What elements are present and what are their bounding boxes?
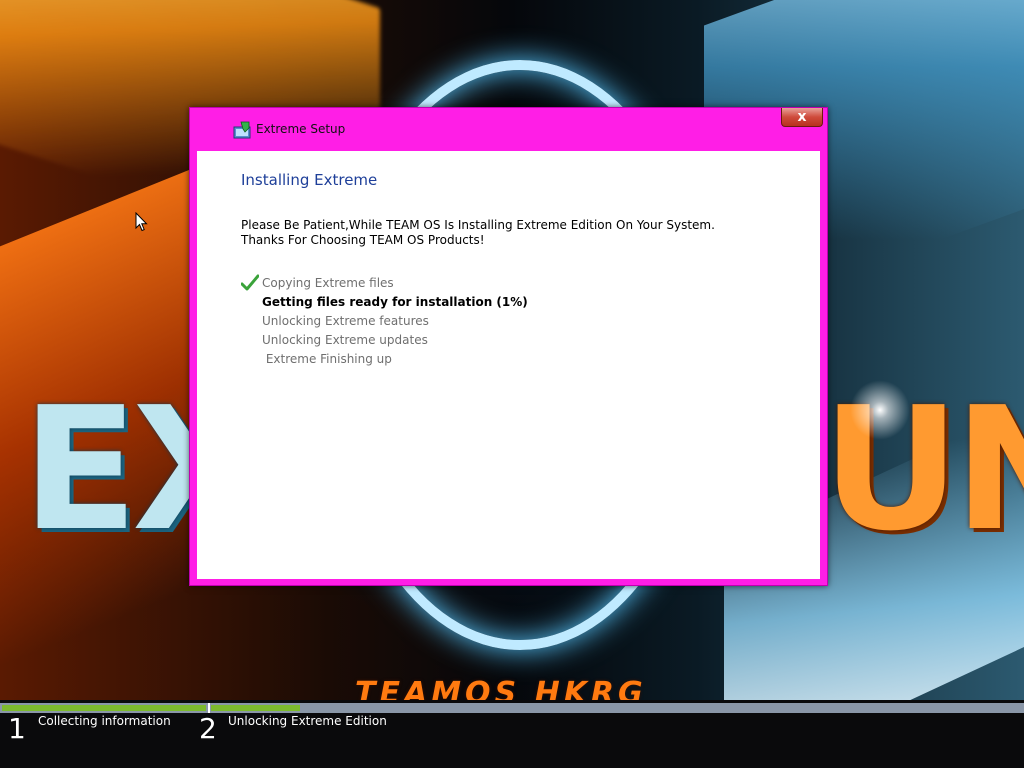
step-unlocking-features: Unlocking Extreme features: [262, 314, 429, 328]
phase-1-label: Collecting information: [38, 714, 171, 728]
phase1-progress-fill: [2, 705, 206, 711]
progress-track: [0, 703, 1024, 713]
step-finishing-up: Extreme Finishing up: [262, 352, 392, 366]
phase-2-label: Unlocking Extreme Edition: [228, 714, 387, 728]
phase2-progress-fill: [211, 705, 300, 711]
step-unlocking-updates: Unlocking Extreme updates: [262, 333, 428, 347]
setup-progress-bar: 1 Collecting information 2 Unlocking Ext…: [0, 700, 1024, 768]
checkmark-icon: [240, 274, 260, 292]
setup-icon: [233, 121, 253, 139]
setup-window: Extreme Setup x Installing Extreme Pleas…: [189, 107, 828, 586]
step-copying-files: Copying Extreme files: [262, 276, 394, 290]
wallpaper-brand: TEAMOS HKRG: [355, 676, 647, 700]
lens-flare: [850, 380, 910, 440]
title-bar[interactable]: Extreme Setup x: [190, 108, 827, 151]
page-title: Installing Extreme: [241, 171, 378, 189]
window-title: Extreme Setup: [256, 122, 346, 136]
step-getting-files-ready: Getting files ready for installation (1%…: [262, 295, 528, 309]
dialog-content: Installing Extreme Please Be Patient,Whi…: [197, 151, 820, 579]
description-text: Please Be Patient,While TEAM OS Is Insta…: [241, 218, 715, 247]
close-button[interactable]: x: [781, 108, 823, 127]
phase-2-number: 2: [199, 712, 217, 745]
phase-1-number: 1: [8, 712, 26, 745]
